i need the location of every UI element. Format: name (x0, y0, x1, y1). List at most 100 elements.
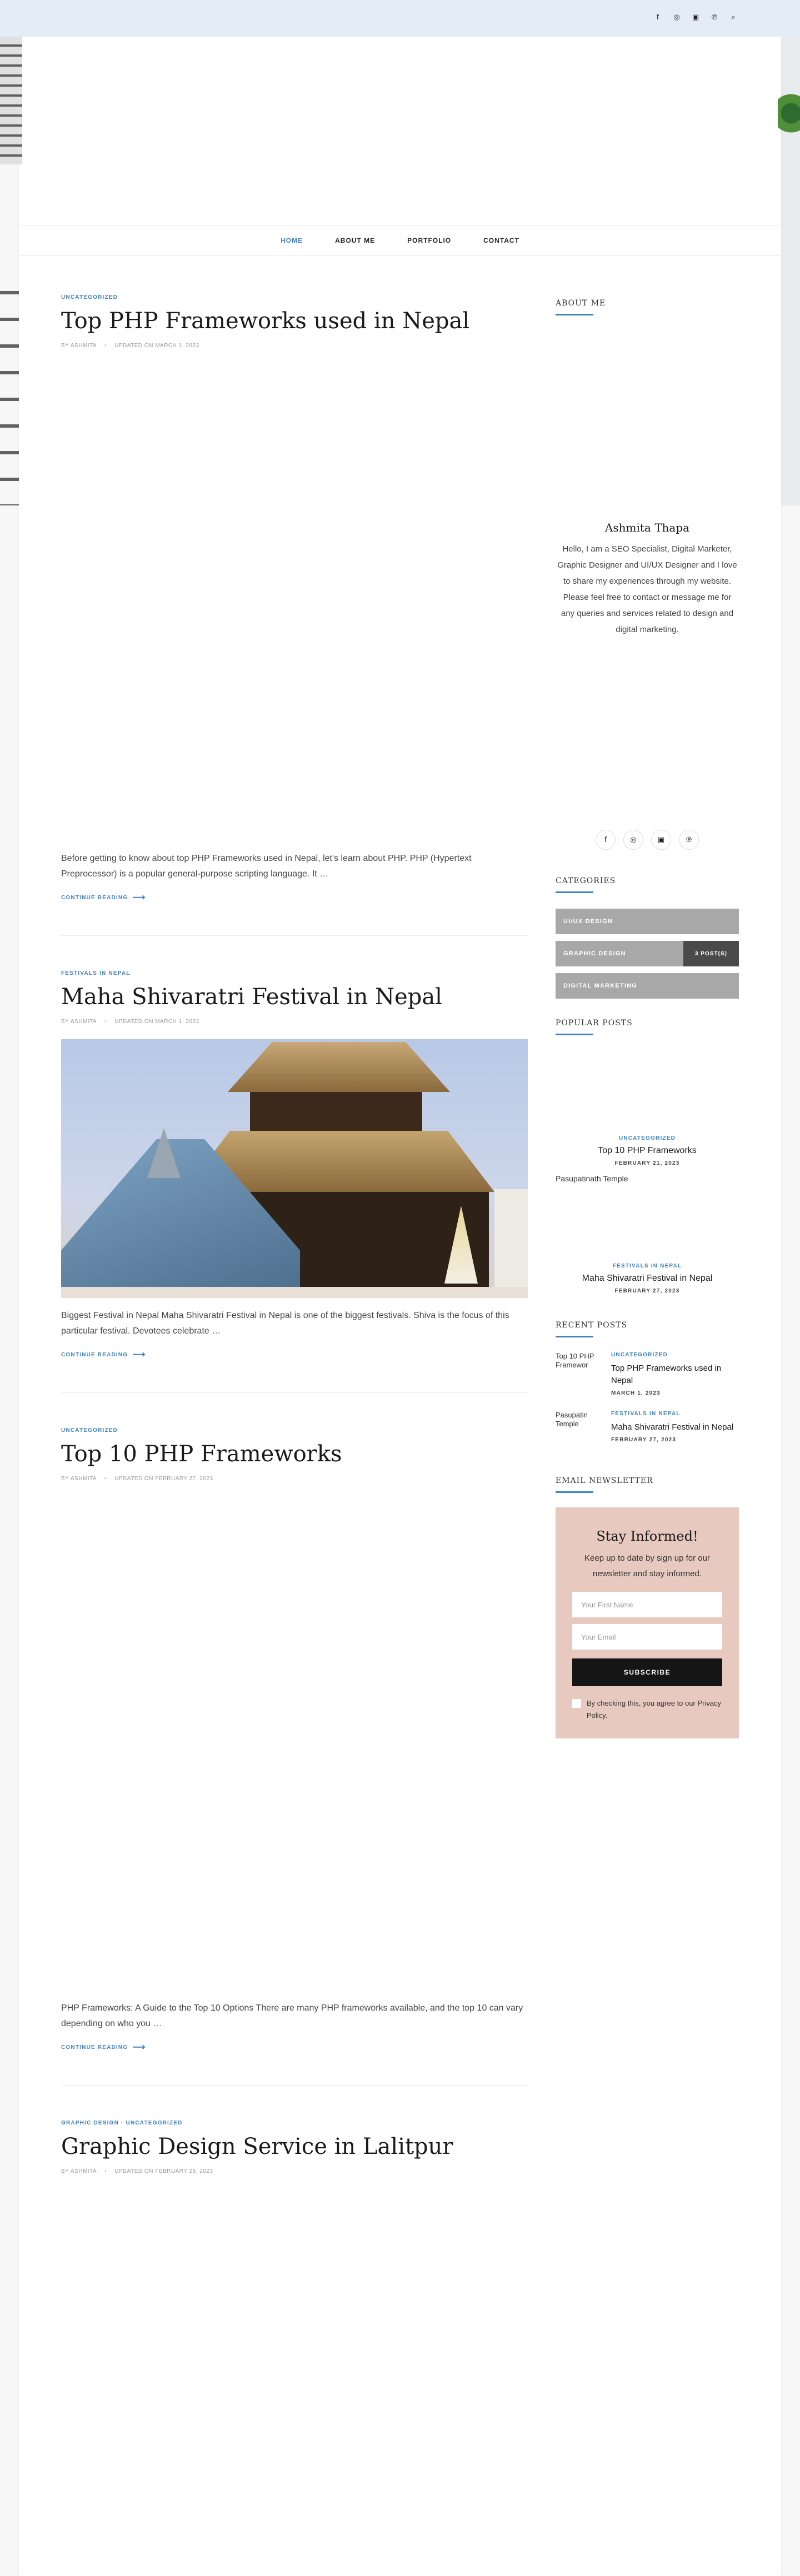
newsletter-box: Stay Informed! Keep up to date by sign u… (556, 1507, 739, 1738)
post-category[interactable]: GRAPHIC DESIGN · UNCATEGORIZED (61, 2120, 528, 2126)
category-count: 3 POST(S) (683, 941, 739, 966)
recent-post: Top 10 PHP Framewor UNCATEGORIZED Top PH… (556, 1352, 739, 1396)
newsletter-heading: Stay Informed! (596, 1528, 698, 1544)
author-social-links: f ◎ ▣ ℗ (556, 830, 739, 850)
temple-base (61, 1287, 528, 1298)
post-category[interactable]: UNCATEGORIZED (61, 294, 528, 300)
instagram-icon[interactable]: ◎ (623, 830, 643, 850)
widget-title: EMAIL NEWSLETTER (556, 1476, 739, 1493)
author-name: Ashmita Thapa (604, 521, 690, 534)
post-author[interactable]: BY ASHMITA (61, 1476, 97, 1482)
continue-reading-label: CONTINUE READING (61, 1351, 128, 1358)
post-excerpt: PHP Frameworks: A Guide to the Top 10 Op… (61, 2003, 523, 2028)
consent-checkbox[interactable] (572, 1699, 581, 1708)
post-thumbnail-temple[interactable] (61, 1039, 528, 1298)
post-category[interactable]: UNCATEGORIZED (61, 1427, 528, 1434)
post-author[interactable]: BY ASHMITA (61, 343, 97, 349)
category-label: DIGITAL MARKETING (563, 983, 638, 989)
meta-separator: • (104, 1476, 107, 1482)
post-title[interactable]: Maha Shivaratri Festival in Nepal (61, 984, 528, 1010)
recent-posts-widget: RECENT POSTS Top 10 PHP Framewor UNCATEG… (556, 1321, 739, 1450)
post-excerpt: Before getting to know about top PHP Fra… (61, 854, 472, 879)
subscribe-button[interactable]: SUBSCRIBE (572, 1658, 722, 1686)
meta-separator: • (104, 2168, 107, 2174)
widget-title: RECENT POSTS (556, 1321, 739, 1337)
recent-post-image[interactable]: Top 10 PHP Framewor (556, 1352, 603, 1391)
category-item[interactable]: GRAPHIC DESIGN 3 POST(S) (556, 941, 739, 966)
instagram-icon[interactable]: ◎ (671, 12, 682, 23)
first-name-field[interactable]: Your First Name (572, 1592, 722, 1617)
popular-post: FESTIVALS IN NEPAL Maha Shivaratri Festi… (556, 1263, 739, 1294)
pinterest-icon[interactable]: ℗ (679, 830, 699, 850)
recent-post-date: MARCH 1, 2023 (611, 1390, 661, 1396)
popular-post-category[interactable]: UNCATEGORIZED (556, 1135, 739, 1141)
category-list: UI/UX DESIGN GRAPHIC DESIGN 3 POST(S) DI… (556, 909, 739, 999)
continue-reading-link[interactable]: CONTINUE READING ⟶ (61, 1349, 528, 1360)
recent-post-body: UNCATEGORIZED Top PHP Frameworks used in… (611, 1352, 739, 1396)
main-navigation: HOME ABOUT ME PORTFOLIO CONTACT (19, 225, 781, 255)
post-thumbnail[interactable] (61, 1496, 528, 1991)
categories-widget: CATEGORIES UI/UX DESIGN GRAPHIC DESIGN 3… (556, 876, 739, 999)
pinterest-icon[interactable]: ℗ (709, 12, 720, 23)
consent-label: By checking this, you agree to our Priva… (587, 1699, 722, 1720)
popular-post-image[interactable]: Pasupatinath Temple (556, 1174, 739, 1183)
continue-reading-link[interactable]: CONTINUE READING ⟶ (61, 2042, 528, 2053)
nav-contact[interactable]: CONTACT (483, 237, 519, 244)
recent-post-category[interactable]: FESTIVALS IN NEPAL (611, 1411, 739, 1417)
continue-reading-label: CONTINUE READING (61, 894, 128, 901)
linkedin-icon[interactable]: ▣ (690, 12, 701, 23)
post-category[interactable]: FESTIVALS IN NEPAL (61, 970, 528, 976)
post-title[interactable]: Graphic Design Service in Lalitpur (61, 2134, 528, 2159)
recent-post-title[interactable]: Top PHP Frameworks used in Nepal (611, 1362, 739, 1387)
temple-white-building (494, 1189, 528, 1295)
sidebar: ABOUT ME Ashmita Thapa Hello, I am a SEO… (556, 255, 739, 1738)
header-banner (0, 37, 800, 225)
search-icon[interactable]: ⌕ (728, 12, 739, 23)
category-label: GRAPHIC DESIGN (563, 950, 626, 957)
arrow-right-icon: ⟶ (132, 1350, 146, 1360)
linkedin-icon[interactable]: ▣ (651, 830, 671, 850)
post-title[interactable]: Top PHP Frameworks used in Nepal (61, 308, 528, 334)
email-field[interactable]: Your Email (572, 1624, 722, 1650)
category-item[interactable]: DIGITAL MARKETING (556, 973, 739, 999)
newsletter-widget: EMAIL NEWSLETTER Stay Informed! Keep up … (556, 1476, 739, 1738)
recent-post-category[interactable]: UNCATEGORIZED (611, 1352, 739, 1358)
post-meta: BY ASHMITA • UPDATED ON FEBRUARY 28, 202… (61, 2168, 528, 2174)
category-item[interactable]: UI/UX DESIGN (556, 909, 739, 934)
post-list: UNCATEGORIZED Top PHP Frameworks used in… (61, 255, 528, 2174)
widget-title: POPULAR POSTS (556, 1019, 739, 1035)
meta-separator: • (104, 1019, 107, 1025)
nav-about-me[interactable]: ABOUT ME (335, 237, 375, 244)
facebook-icon[interactable]: f (652, 12, 663, 23)
arrow-right-icon: ⟶ (132, 2043, 146, 2052)
post-author[interactable]: BY ASHMITA (61, 2168, 97, 2174)
facebook-icon[interactable]: f (596, 830, 616, 850)
popular-post-date: FEBRUARY 21, 2023 (614, 1160, 680, 1166)
recent-post-title[interactable]: Maha Shivaratri Festival in Nepal (611, 1421, 739, 1434)
popular-post-title[interactable]: Maha Shivaratri Festival in Nepal (556, 1274, 739, 1284)
post-author[interactable]: BY ASHMITA (61, 1019, 97, 1025)
temple-tier-top (250, 1092, 422, 1131)
post-thumbnail[interactable] (61, 363, 528, 841)
nav-home[interactable]: HOME (281, 237, 303, 244)
newsletter-description: Keep up to date by sign up for our newsl… (584, 1553, 710, 1578)
widget-title: ABOUT ME (556, 299, 739, 315)
book-decoration (0, 278, 19, 505)
continue-reading-link[interactable]: CONTINUE READING ⟶ (61, 892, 528, 903)
plant-decoration (778, 37, 800, 164)
post-excerpt: Biggest Festival in Nepal Maha Shivaratr… (61, 1311, 509, 1336)
popular-post-category[interactable]: FESTIVALS IN NEPAL (556, 1263, 739, 1269)
popular-post: UNCATEGORIZED Top 10 PHP Frameworks FEBR… (556, 1135, 739, 1166)
post-card: GRAPHIC DESIGN · UNCATEGORIZED Graphic D… (61, 2086, 528, 2174)
post-updated: UPDATED ON FEBRUARY 27, 2023 (114, 1476, 213, 1482)
about-widget: ABOUT ME Ashmita Thapa Hello, I am a SEO… (556, 255, 739, 850)
recent-post-date: FEBRUARY 27, 2023 (611, 1437, 677, 1443)
post-updated: UPDATED ON FEBRUARY 28, 2023 (114, 2168, 213, 2174)
popular-post-title[interactable]: Top 10 PHP Frameworks (556, 1146, 739, 1156)
nav-portfolio[interactable]: PORTFOLIO (407, 237, 451, 244)
consent-row: By checking this, you agree to our Priva… (572, 1697, 722, 1722)
post-title[interactable]: Top 10 PHP Frameworks (61, 1441, 528, 1467)
arrow-right-icon: ⟶ (132, 893, 146, 903)
continue-reading-label: CONTINUE READING (61, 2044, 128, 2051)
recent-post-image[interactable]: Pasupatin Temple (556, 1411, 603, 1450)
